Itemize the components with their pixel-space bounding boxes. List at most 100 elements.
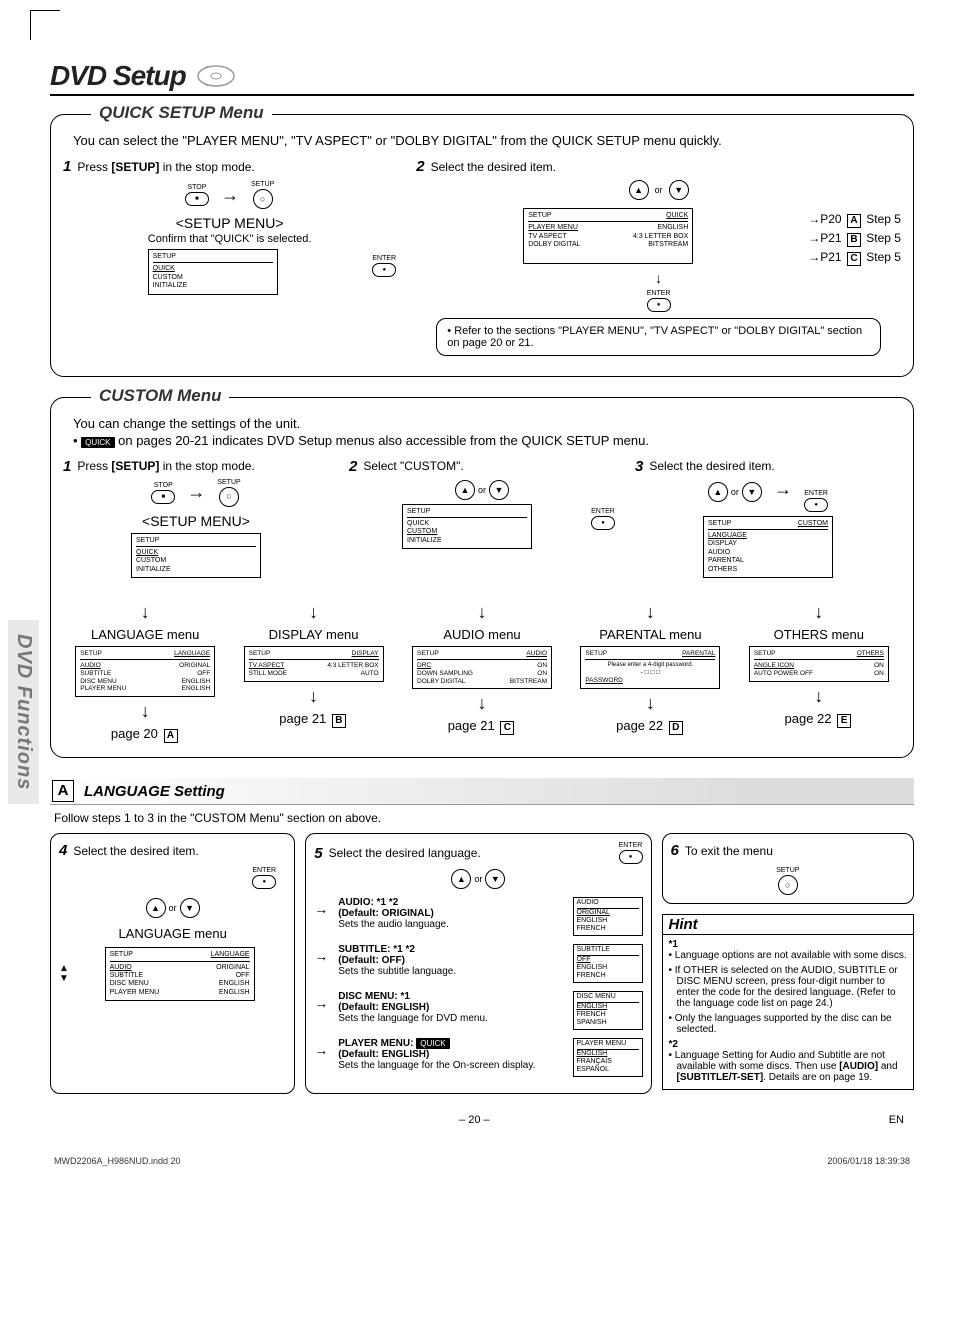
i: DISPLAY	[708, 540, 828, 548]
enter-button-icon: ENTER●	[372, 255, 396, 277]
or: or	[169, 903, 177, 913]
osd: SETUPDISPLAY TV ASPECT4:3 LETTER BOXSTIL…	[244, 646, 384, 681]
h: SETUP	[153, 253, 176, 261]
b: A	[847, 214, 861, 228]
custom-step1: 1Press [SETUP] in the stop mode.	[63, 458, 329, 475]
osd: SETUPOTHERS ANGLE ICONONAUTO POWER OFFON	[749, 646, 889, 681]
arrow-right-icon: →	[774, 479, 792, 499]
file: MWD2206A_H986NUD.indd 20	[54, 1156, 181, 1166]
n: 4	[59, 842, 67, 859]
i: AUDIO	[708, 549, 828, 557]
osd-lang: SETUPLANGUAGE AUDIOORIGINAL SUBTITLEOFF …	[105, 947, 255, 1001]
desc: PLAYER MENU: QUICK (Default: ENGLISH)Set…	[338, 1038, 562, 1071]
lbl: SETUP	[251, 181, 274, 188]
lang-step4: 4 Select the desired item.	[59, 842, 286, 859]
i: QUICK	[136, 549, 256, 557]
submenu-title: PARENTAL menu	[568, 627, 732, 642]
i: CUSTOM	[153, 274, 273, 282]
arrow-right-icon: →	[314, 901, 328, 917]
ts: 2006/01/18 18:39:38	[827, 1156, 910, 1166]
arrow-down-icon: ↓	[231, 686, 395, 707]
dvd-disc-icon	[194, 64, 238, 88]
arrow-down-icon: ↓	[568, 693, 732, 714]
up-button-icon: ▲	[455, 480, 475, 500]
arrow-down-icon: ↓	[737, 602, 901, 623]
lang-step5: 5Select the desired language. ENTER●	[314, 842, 642, 864]
osd-setup-quick: SETUP QUICK CUSTOM INITIALIZE	[148, 249, 278, 295]
language-heading: A LANGUAGE Setting	[50, 778, 914, 805]
h: LANGUAGE	[211, 951, 250, 959]
page-lang: EN	[889, 1114, 904, 1126]
submenu-b: ↓ DISPLAY menu SETUPDISPLAY TV ASPECT4:3…	[231, 602, 395, 743]
t: To exit the menu	[685, 844, 773, 858]
l: AUDIO	[110, 964, 132, 972]
arrow-down-icon: ↓	[400, 602, 564, 623]
s: Step 5	[866, 212, 901, 226]
quick-setup-title: QUICK SETUP Menu	[91, 103, 272, 123]
h: SETUP	[136, 537, 159, 545]
h: QUICK	[666, 212, 688, 220]
quick-ref-box: • Refer to the sections "PLAYER MENU", "…	[436, 318, 881, 356]
b: [SUBTITLE/T-SET]	[677, 1072, 764, 1083]
desc: SUBTITLE: *1 *2 (Default: OFF)Sets the s…	[338, 944, 562, 977]
quick-intro: You can select the "PLAYER MENU", "TV AS…	[73, 133, 901, 148]
down-button-icon: ▼	[180, 898, 200, 918]
or: or	[474, 874, 482, 884]
b: [AUDIO]	[839, 1061, 878, 1072]
s: Step 5	[866, 231, 901, 245]
arrow-down-icon: ↓	[63, 701, 227, 722]
up-button-icon: ▲	[629, 180, 649, 200]
setup-button-icon: SETUP○	[217, 479, 240, 507]
page-title: DVD Setup	[50, 60, 186, 92]
l: TV ASPECT	[528, 233, 567, 241]
arrow-right-icon: →	[187, 482, 205, 503]
custom-intro1: You can change the settings of the unit.	[73, 416, 901, 431]
h: SETUP	[528, 212, 551, 220]
t: Refer to the sections "PLAYER MENU", "TV…	[447, 325, 862, 349]
down-button-icon: ▼	[742, 482, 762, 502]
l: DOLBY DIGITAL	[528, 241, 580, 249]
desc: AUDIO: *1 *2 (Default: ORIGINAL)Sets the…	[338, 897, 562, 930]
page-footer: – 20 – EN	[50, 1114, 914, 1126]
i: LANGUAGE	[708, 532, 828, 540]
n: 6	[671, 842, 679, 859]
l: ENTER	[804, 490, 828, 497]
page-ref: page 20 A	[63, 726, 227, 743]
h: SETUP	[407, 508, 430, 516]
setup-button-icon: SETUP○	[251, 181, 274, 209]
enter-button-icon: ENTER●	[647, 290, 671, 312]
i: PARENTAL	[708, 557, 828, 565]
tiny-osd: DISC MENU ENGLISHFRENCHSPANISH	[573, 991, 643, 1030]
tiny-osd: PLAYER MENU ENGLISHFRANÇAISESPAÑOL	[573, 1038, 643, 1077]
step-num-1: 1	[63, 158, 71, 175]
osd: SETUP QUICK CUSTOM INITIALIZE	[402, 504, 532, 550]
heading-text: LANGUAGE Setting	[84, 783, 225, 800]
r: ENGLISH	[658, 224, 689, 232]
page-number: – 20 –	[60, 1114, 889, 1126]
l: ENTER	[619, 842, 643, 849]
t: Select the desired item.	[649, 459, 774, 473]
box-a: A	[52, 780, 74, 802]
lang-item: → SUBTITLE: *1 *2 (Default: OFF)Sets the…	[314, 944, 642, 985]
ref-c: →P21 C Step 5	[808, 248, 901, 267]
osd: SETUPLANGUAGE AUDIOORIGINALSUBTITLEOFFDI…	[75, 646, 215, 697]
stop-button-icon: STOP■	[185, 184, 209, 206]
down-button-icon: ▼	[669, 180, 689, 200]
custom-intro2: • QUICK on pages 20-21 indicates DVD Set…	[73, 433, 901, 448]
submenu-title: DISPLAY menu	[231, 627, 395, 642]
submenu-title: LANGUAGE menu	[63, 627, 227, 642]
or: or	[655, 185, 663, 195]
n: 1	[63, 458, 71, 475]
submenu-d: ↓ PARENTAL menu SETUPPARENTAL Please ent…	[568, 602, 732, 743]
custom-step2: 2Select "CUSTOM".	[349, 458, 615, 475]
hint1: Language options are not available with …	[669, 950, 908, 961]
osd: SETUPPARENTAL Please enter a 4-digit pas…	[580, 646, 720, 689]
submenu-a: ↓ LANGUAGE menu SETUPLANGUAGE AUDIOORIGI…	[63, 602, 227, 743]
t: Select the desired item.	[73, 844, 198, 858]
r: BITSTREAM	[648, 241, 688, 249]
s: Step 5	[866, 250, 901, 264]
submenu-e: ↓ OTHERS menu SETUPOTHERS ANGLE ICONONAU…	[737, 602, 901, 743]
up-button-icon: ▲	[708, 482, 728, 502]
p: P20	[820, 212, 841, 226]
n: 5	[314, 845, 322, 862]
